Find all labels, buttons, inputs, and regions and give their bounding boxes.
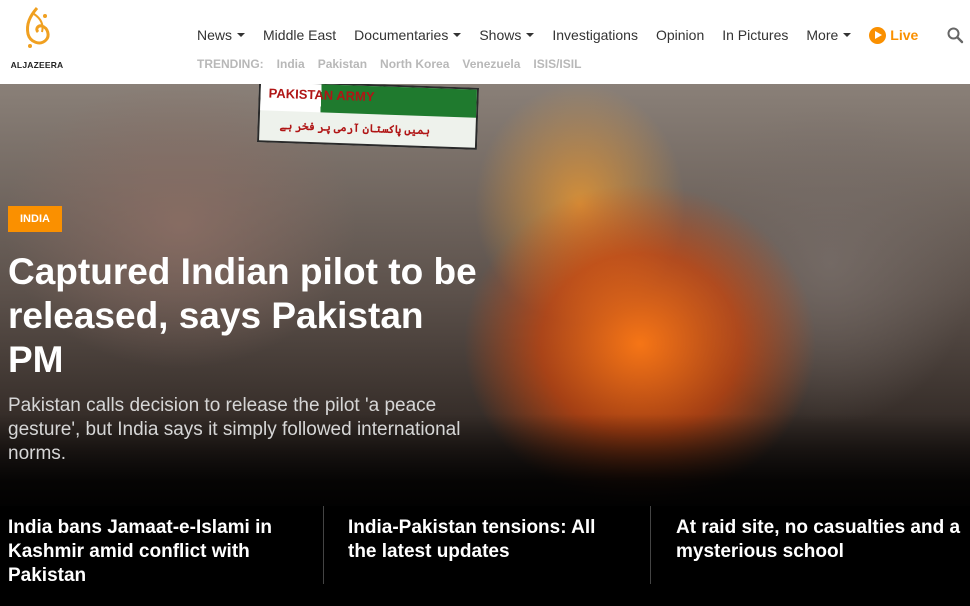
story-divider <box>323 506 324 584</box>
nav-label: Opinion <box>655 27 705 43</box>
trending-bar: TRENDING: India Pakistan North Korea Ven… <box>197 57 594 71</box>
trending-link[interactable]: India <box>277 57 305 71</box>
nav-label: Documentaries <box>354 27 449 43</box>
secondary-stories: India bans Jamaat-e-Islami in Kashmir am… <box>0 506 970 606</box>
nav-label: Middle East <box>263 27 337 43</box>
story-link[interactable]: India-Pakistan tensions: All the latest … <box>348 516 628 564</box>
story-divider <box>650 506 651 584</box>
live-button[interactable]: Live <box>869 26 919 44</box>
trending-link[interactable]: Pakistan <box>318 57 367 71</box>
logo-text: ALJAZEERA <box>10 60 64 70</box>
search-icon[interactable] <box>946 26 964 44</box>
nav-label: Shows <box>479 27 522 43</box>
story-link[interactable]: India bans Jamaat-e-Islami in Kashmir am… <box>8 516 308 588</box>
nav-item-middle-east[interactable]: Middle East <box>263 27 336 43</box>
category-tag[interactable]: INDIA <box>8 206 62 232</box>
nav-label: News <box>197 27 233 43</box>
nav-item-in-pictures[interactable]: In Pictures <box>722 27 788 43</box>
nav-label: More <box>806 27 839 43</box>
live-label: Live <box>890 27 919 43</box>
caret-down-icon <box>237 33 246 37</box>
caret-down-icon <box>526 33 535 37</box>
caret-down-icon <box>453 33 462 37</box>
hero-headline[interactable]: Captured Indian pilot to be released, sa… <box>8 250 488 382</box>
caret-down-icon <box>843 33 852 37</box>
main-nav: News Middle East Documentaries Shows Inv… <box>197 25 918 45</box>
nav-item-news[interactable]: News <box>197 27 246 43</box>
play-icon <box>869 26 887 44</box>
aljazeera-logo[interactable]: ALJAZEERA <box>10 6 64 74</box>
nav-item-opinion[interactable]: Opinion <box>656 27 704 43</box>
story-link[interactable]: At raid site, no casualties and a myster… <box>676 516 966 564</box>
nav-item-more[interactable]: More <box>806 27 852 43</box>
aljazeera-logo-mark-icon <box>26 7 50 48</box>
trending-link[interactable]: North Korea <box>380 57 449 71</box>
protest-banner-image: PAKISTAN ARMY ہمیں پاکستان آرمی پر فخر ہ… <box>256 84 480 150</box>
hero-summary: Pakistan calls decision to release the p… <box>8 395 461 464</box>
nav-item-investigations[interactable]: Investigations <box>552 27 638 43</box>
banner-subtext: ہمیں پاکستان آرمی پر فخر ہے <box>279 119 431 138</box>
trending-link[interactable]: Venezuela <box>462 57 520 71</box>
trending-label: TRENDING: <box>197 57 264 71</box>
nav-label: In Pictures <box>722 27 789 43</box>
nav-item-shows[interactable]: Shows <box>479 27 535 43</box>
nav-label: Investigations <box>552 27 638 43</box>
nav-item-documentaries[interactable]: Documentaries <box>354 27 462 43</box>
trending-link[interactable]: ISIS/ISIL <box>533 57 581 71</box>
site-header: ALJAZEERA News Middle East Documentaries… <box>0 0 970 84</box>
